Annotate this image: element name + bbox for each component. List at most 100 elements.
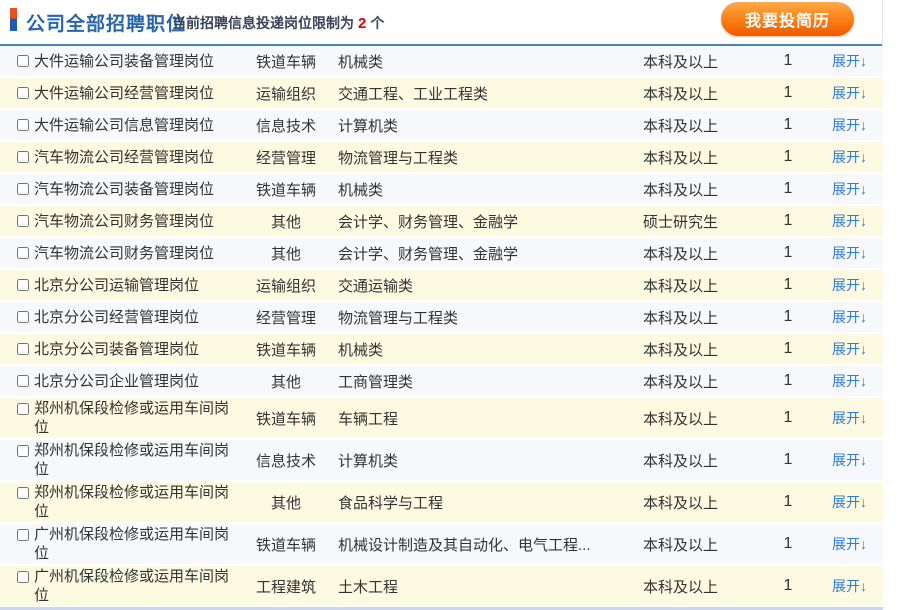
checkbox-cell bbox=[0, 366, 34, 396]
content-panel: 公司全部招聘职位 当前招聘信息投递岗位限制为2个 我要投简历 大件运输公司装备管… bbox=[0, 0, 883, 610]
job-title: 郑州机保段检修或运用车间岗位 bbox=[34, 483, 234, 521]
job-table: 大件运输公司装备管理岗位铁道车辆机械类本科及以上1展开↓大件运输公司经营管理岗位… bbox=[0, 46, 883, 608]
job-title: 北京分公司企业管理岗位 bbox=[34, 372, 234, 391]
expand-link[interactable]: 展开↓ bbox=[832, 373, 867, 389]
submit-resume-button[interactable]: 我要投简历 bbox=[721, 2, 854, 36]
title-accent-bar bbox=[10, 8, 17, 31]
job-category: 信息技术 bbox=[234, 115, 338, 136]
job-category: 铁道车辆 bbox=[234, 534, 338, 555]
job-count: 1 bbox=[760, 52, 816, 70]
job-major: 会计学、财务管理、金融学 bbox=[338, 211, 643, 232]
job-category: 铁道车辆 bbox=[234, 179, 338, 200]
job-select-checkbox[interactable] bbox=[17, 403, 29, 415]
checkbox-cell bbox=[0, 398, 34, 420]
job-count: 1 bbox=[760, 409, 816, 427]
job-major: 机械类 bbox=[338, 339, 643, 360]
job-category: 其他 bbox=[234, 492, 338, 513]
job-major: 物流管理与工程类 bbox=[338, 147, 643, 168]
job-category: 铁道车辆 bbox=[234, 339, 338, 360]
expand-link[interactable]: 展开↓ bbox=[832, 85, 867, 101]
job-title: 汽车物流公司财务管理岗位 bbox=[34, 212, 234, 231]
job-select-checkbox[interactable] bbox=[17, 247, 29, 259]
job-category: 其他 bbox=[234, 211, 338, 232]
expand-link[interactable]: 展开↓ bbox=[832, 149, 867, 165]
expand-cell: 展开↓ bbox=[816, 339, 883, 359]
job-select-checkbox[interactable] bbox=[17, 571, 29, 583]
job-category: 经营管理 bbox=[234, 147, 338, 168]
table-row: 汽车物流公司财务管理岗位其他会计学、财务管理、金融学硕士研究生1展开↓ bbox=[0, 206, 883, 238]
job-select-checkbox[interactable] bbox=[17, 119, 29, 131]
page-title: 公司全部招聘职位 bbox=[26, 9, 186, 36]
expand-cell: 展开↓ bbox=[816, 492, 883, 512]
job-count: 1 bbox=[760, 577, 816, 595]
job-select-checkbox[interactable] bbox=[17, 55, 29, 67]
expand-link[interactable]: 展开↓ bbox=[832, 452, 867, 468]
job-category: 其他 bbox=[234, 243, 338, 264]
job-education: 本科及以上 bbox=[643, 115, 760, 136]
table-row: 广州机保段检修或运用车间岗位铁道车辆机械设计制造及其自动化、电气工程...本科及… bbox=[0, 524, 883, 566]
checkbox-cell bbox=[0, 302, 34, 332]
expand-link[interactable]: 展开↓ bbox=[832, 181, 867, 197]
job-select-checkbox[interactable] bbox=[17, 183, 29, 195]
job-select-checkbox[interactable] bbox=[17, 279, 29, 291]
job-select-checkbox[interactable] bbox=[17, 529, 29, 541]
job-select-checkbox[interactable] bbox=[17, 215, 29, 227]
job-select-checkbox[interactable] bbox=[17, 151, 29, 163]
job-major: 计算机类 bbox=[338, 450, 643, 471]
job-education: 本科及以上 bbox=[643, 339, 760, 360]
job-category: 运输组织 bbox=[234, 275, 338, 296]
job-select-checkbox[interactable] bbox=[17, 311, 29, 323]
limit-count: 2 bbox=[358, 15, 366, 32]
job-education: 本科及以上 bbox=[643, 147, 760, 168]
job-count: 1 bbox=[760, 451, 816, 469]
job-count: 1 bbox=[760, 340, 816, 358]
job-title: 汽车物流公司装备管理岗位 bbox=[34, 180, 234, 199]
job-education: 本科及以上 bbox=[643, 243, 760, 264]
job-education: 本科及以上 bbox=[643, 492, 760, 513]
job-select-checkbox[interactable] bbox=[17, 87, 29, 99]
job-category: 铁道车辆 bbox=[234, 51, 338, 72]
expand-link[interactable]: 展开↓ bbox=[832, 117, 867, 133]
job-category: 其他 bbox=[234, 371, 338, 392]
page: 公司全部招聘职位 当前招聘信息投递岗位限制为2个 我要投简历 大件运输公司装备管… bbox=[0, 0, 901, 610]
checkbox-cell bbox=[0, 46, 34, 76]
section-header: 公司全部招聘职位 当前招聘信息投递岗位限制为2个 我要投简历 bbox=[0, 0, 882, 46]
job-major: 交通工程、工业工程类 bbox=[338, 83, 643, 104]
job-count: 1 bbox=[760, 493, 816, 511]
expand-link[interactable]: 展开↓ bbox=[832, 309, 867, 325]
job-education: 本科及以上 bbox=[643, 51, 760, 72]
job-select-checkbox[interactable] bbox=[17, 343, 29, 355]
table-row: 大件运输公司信息管理岗位信息技术计算机类本科及以上1展开↓ bbox=[0, 110, 883, 142]
job-title: 大件运输公司经营管理岗位 bbox=[34, 84, 234, 103]
checkbox-cell bbox=[0, 440, 34, 462]
job-category: 经营管理 bbox=[234, 307, 338, 328]
expand-link[interactable]: 展开↓ bbox=[832, 536, 867, 552]
job-education: 本科及以上 bbox=[643, 371, 760, 392]
job-count: 1 bbox=[760, 535, 816, 553]
table-row: 北京分公司企业管理岗位其他工商管理类本科及以上1展开↓ bbox=[0, 366, 883, 398]
table-row: 郑州机保段检修或运用车间岗位铁道车辆车辆工程本科及以上1展开↓ bbox=[0, 398, 883, 440]
job-major: 计算机类 bbox=[338, 115, 643, 136]
checkbox-cell bbox=[0, 110, 34, 140]
expand-link[interactable]: 展开↓ bbox=[832, 277, 867, 293]
expand-link[interactable]: 展开↓ bbox=[832, 53, 867, 69]
table-row: 北京分公司运输管理岗位运输组织交通运输类本科及以上1展开↓ bbox=[0, 270, 883, 302]
submit-limit-note: 当前招聘信息投递岗位限制为2个 bbox=[172, 13, 384, 33]
expand-link[interactable]: 展开↓ bbox=[832, 578, 867, 594]
expand-cell: 展开↓ bbox=[816, 115, 883, 135]
job-select-checkbox[interactable] bbox=[17, 487, 29, 499]
job-education: 本科及以上 bbox=[643, 534, 760, 555]
job-select-checkbox[interactable] bbox=[17, 375, 29, 387]
expand-link[interactable]: 展开↓ bbox=[832, 410, 867, 426]
job-title: 郑州机保段检修或运用车间岗位 bbox=[34, 441, 234, 479]
job-major: 工商管理类 bbox=[338, 371, 643, 392]
expand-link[interactable]: 展开↓ bbox=[832, 494, 867, 510]
expand-link[interactable]: 展开↓ bbox=[832, 341, 867, 357]
job-title: 北京分公司经营管理岗位 bbox=[34, 308, 234, 327]
job-title: 北京分公司装备管理岗位 bbox=[34, 340, 234, 359]
limit-note-prefix: 当前招聘信息投递岗位限制为 bbox=[172, 15, 354, 31]
expand-link[interactable]: 展开↓ bbox=[832, 213, 867, 229]
expand-link[interactable]: 展开↓ bbox=[832, 245, 867, 261]
expand-cell: 展开↓ bbox=[816, 450, 883, 470]
job-select-checkbox[interactable] bbox=[17, 445, 29, 457]
